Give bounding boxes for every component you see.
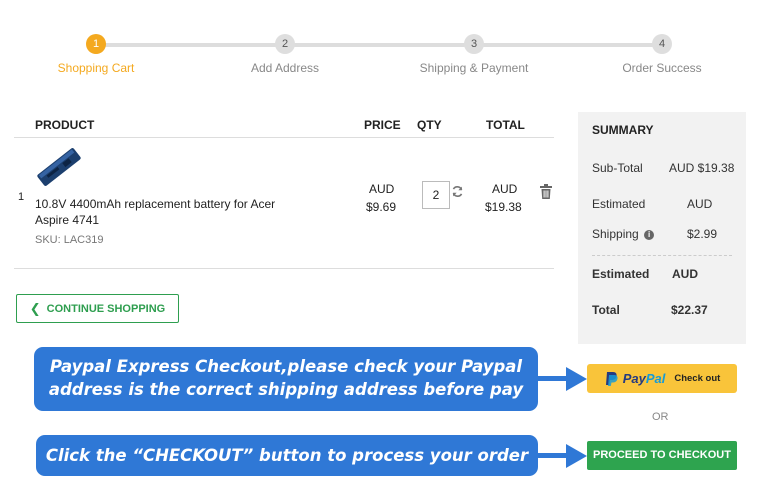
- paypal-wordmark: PayPal: [623, 371, 666, 386]
- step-number: 4: [652, 34, 672, 54]
- paypal-instruction-callout: Paypal Express Checkout,please check you…: [34, 347, 538, 411]
- cart-table-header: PRODUCT PRICE QTY TOTAL: [14, 108, 554, 138]
- arrow-right-icon: [538, 367, 587, 391]
- trash-icon[interactable]: [539, 184, 553, 200]
- cart-table: PRODUCT PRICE QTY TOTAL 1 10.8V 4400mAh …: [14, 108, 554, 269]
- table-row: 1 10.8V 4400mAh replacement battery for …: [14, 138, 554, 269]
- summary-title: SUMMARY: [592, 123, 654, 137]
- summary-divider: [592, 255, 732, 256]
- shipping-label-wrap: Shipping i: [592, 227, 655, 241]
- column-header-product: PRODUCT: [35, 118, 95, 132]
- paypal-instruction-line2: address is the correct shipping address …: [48, 380, 524, 399]
- step-add-address[interactable]: 2 Add Address: [195, 34, 375, 75]
- continue-shopping-button[interactable]: ❮ CONTINUE SHOPPING: [16, 294, 179, 323]
- estimated-total-label: Estimated: [592, 267, 650, 281]
- shipping-label: Shipping: [592, 227, 639, 241]
- estimated-value: AUD: [687, 197, 713, 211]
- total-label: Total: [592, 303, 620, 317]
- column-header-price: PRICE: [364, 118, 401, 132]
- quantity-input[interactable]: 2: [422, 181, 450, 209]
- step-shipping-payment[interactable]: 3 Shipping & Payment: [384, 34, 564, 75]
- paypal-wordmark-pay: Pay: [622, 371, 646, 386]
- step-label: Shipping & Payment: [419, 61, 529, 75]
- shipping-value: $2.99: [687, 227, 718, 241]
- column-header-qty: QTY: [417, 118, 442, 132]
- paypal-checkout-label: Check out: [674, 373, 721, 384]
- step-label: Add Address: [250, 61, 320, 75]
- unit-price-currency: AUD: [369, 182, 395, 196]
- line-total-currency: AUD: [492, 182, 518, 196]
- checkout-instruction-callout: Click the “CHECKOUT” button to process y…: [36, 435, 538, 476]
- step-number: 2: [275, 34, 295, 54]
- subtotal-value: AUD $19.38: [669, 161, 735, 175]
- paypal-logo-icon: [605, 371, 618, 386]
- product-sku: SKU: LAC319: [35, 234, 104, 246]
- total-value: $22.37: [671, 303, 708, 317]
- subtotal-label: Sub-Total: [592, 161, 643, 175]
- continue-shopping-label: CONTINUE SHOPPING: [46, 302, 166, 315]
- order-summary: SUMMARY Sub-Total AUD $19.38 Estimated A…: [578, 112, 746, 344]
- column-header-total: TOTAL: [486, 118, 525, 132]
- step-label: Order Success: [622, 61, 702, 75]
- or-divider-text: OR: [652, 411, 669, 423]
- refresh-icon[interactable]: [451, 185, 465, 199]
- paypal-checkout-button[interactable]: PayPal Check out: [587, 364, 737, 393]
- line-total-value: $19.38: [485, 200, 522, 214]
- paypal-instruction-line1: Paypal Express Checkout,please check you…: [49, 357, 523, 376]
- unit-price-value: $9.69: [366, 200, 397, 214]
- step-number: 1: [86, 34, 106, 54]
- step-label: Shopping Cart: [57, 61, 135, 75]
- arrow-right-icon: [538, 444, 587, 468]
- step-shopping-cart[interactable]: 1 Shopping Cart: [6, 34, 186, 75]
- estimated-label: Estimated: [592, 197, 646, 211]
- estimated-total-value: AUD: [672, 267, 698, 281]
- step-number: 3: [464, 34, 484, 54]
- product-name-link[interactable]: 10.8V 4400mAh replacement battery for Ac…: [35, 196, 305, 228]
- chevron-left-icon: ❮: [29, 300, 41, 316]
- proceed-to-checkout-button[interactable]: PROCEED TO CHECKOUT: [587, 441, 737, 470]
- laptop-battery-image[interactable]: [34, 144, 84, 190]
- paypal-wordmark-pal: Pal: [645, 371, 666, 386]
- row-index: 1: [18, 191, 25, 203]
- checkout-progress: 1 Shopping Cart 2 Add Address 3 Shipping…: [0, 0, 760, 90]
- info-icon[interactable]: i: [644, 230, 655, 240]
- step-order-success[interactable]: 4 Order Success: [572, 34, 752, 75]
